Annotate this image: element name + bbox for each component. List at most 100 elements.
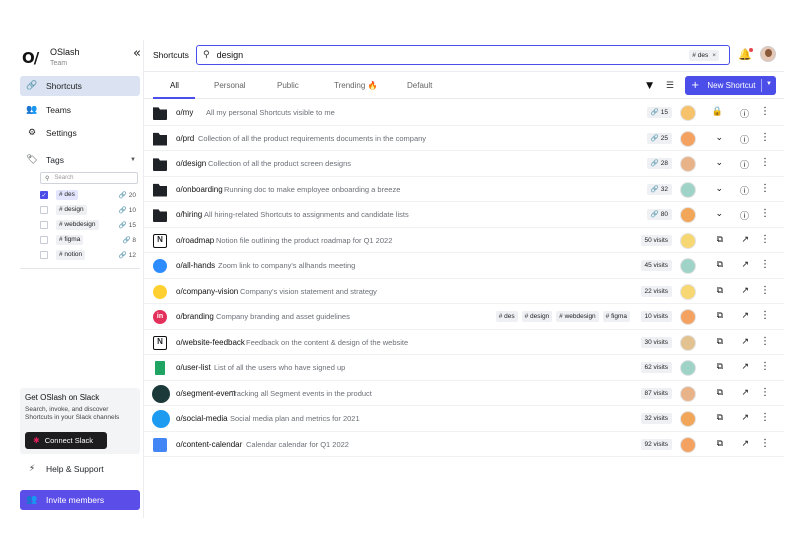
table-row[interactable]: o/onboarding Running doc to make employee… [144, 177, 784, 202]
tab-trending[interactable]: Trending 🔥 [334, 81, 377, 90]
tag-filter-des[interactable]: ✓ # des 🔗 20 [40, 189, 138, 201]
tag-filter-design[interactable]: # design 🔗 10 [40, 204, 138, 216]
search-tag-chip[interactable]: # des × [689, 50, 719, 61]
open-external-icon[interactable]: ↗ [741, 439, 749, 449]
tag-filter-figma[interactable]: # figma 🔗 8 [40, 234, 138, 246]
tags-section-header[interactable]: 🏷 Tags ▼ [20, 153, 140, 167]
shortcut-name[interactable]: o/user-list [176, 363, 211, 372]
copy-icon[interactable]: ⧉ [717, 413, 723, 423]
open-external-icon[interactable]: ↗ [741, 235, 749, 245]
open-external-icon[interactable]: ↗ [741, 413, 749, 423]
more-options-icon[interactable]: ⋮ [760, 106, 770, 117]
more-options-icon[interactable]: ⋮ [760, 336, 770, 347]
more-options-icon[interactable]: ⋮ [760, 285, 770, 296]
shortcut-name[interactable]: o/roadmap [176, 236, 214, 245]
filter-icon[interactable]: ▼ [646, 81, 653, 91]
more-options-icon[interactable]: ⋮ [760, 310, 770, 321]
invite-members-button[interactable]: 👥 Invite members [20, 490, 140, 510]
avatar[interactable] [680, 181, 696, 198]
avatar[interactable] [680, 283, 696, 300]
more-options-icon[interactable]: ⋮ [760, 157, 770, 168]
avatar[interactable] [680, 436, 696, 453]
tag-search-input[interactable]: ⚲ Search [40, 172, 138, 184]
info-icon[interactable]: ⓘ [740, 107, 749, 120]
sidebar-item-teams[interactable]: 👥 Teams [20, 100, 140, 120]
table-row[interactable]: o/company-vision Company's vision stateme… [144, 279, 784, 304]
shortcut-name[interactable]: o/design [176, 159, 206, 168]
open-external-icon[interactable]: ↗ [741, 362, 749, 372]
copy-icon[interactable]: ⧉ [717, 362, 723, 372]
copy-icon[interactable]: ⧉ [717, 260, 723, 270]
more-options-icon[interactable]: ⋮ [760, 361, 770, 372]
shortcut-name[interactable]: o/website-feedback [176, 338, 245, 347]
close-icon[interactable]: × [712, 52, 716, 59]
tag-filter-notion[interactable]: # notion 🔗 12 [40, 249, 138, 261]
table-row[interactable]: in o/branding Company branding and asset g… [144, 304, 784, 330]
checkbox[interactable] [40, 221, 48, 229]
tab-default[interactable]: Default [407, 81, 432, 90]
table-row[interactable]: o/all-hands Zoom link to company's allhan… [144, 253, 784, 279]
copy-icon[interactable]: ⧉ [717, 235, 723, 245]
tab-all[interactable]: All [170, 81, 179, 90]
table-row[interactable]: o/social-media Social media plan and metr… [144, 406, 784, 432]
tag-chip[interactable]: # des [495, 311, 518, 322]
shortcut-name[interactable]: o/social-media [176, 414, 228, 423]
table-row[interactable]: No/website-feedback Feedback on the conte… [144, 330, 784, 355]
checkbox[interactable] [40, 251, 48, 259]
avatar[interactable] [680, 309, 696, 325]
avatar[interactable] [680, 360, 696, 376]
shortcut-name[interactable]: o/hiring [176, 210, 202, 219]
info-icon[interactable]: ⓘ [740, 209, 749, 222]
chevron-down-icon[interactable]: ⌄ [715, 209, 723, 219]
more-options-icon[interactable]: ⋮ [760, 183, 770, 194]
avatar[interactable] [680, 258, 696, 274]
open-external-icon[interactable]: ↗ [741, 311, 749, 321]
more-options-icon[interactable]: ⋮ [760, 412, 770, 423]
chevron-down-icon[interactable]: ⌄ [715, 184, 723, 194]
copy-icon[interactable]: ⧉ [717, 311, 723, 321]
tab-public[interactable]: Public [277, 81, 299, 90]
avatar[interactable] [680, 334, 696, 351]
shortcut-name[interactable]: o/branding [176, 312, 214, 321]
info-icon[interactable]: ⓘ [740, 158, 749, 171]
open-external-icon[interactable]: ↗ [741, 337, 749, 347]
more-options-icon[interactable]: ⋮ [760, 438, 770, 449]
more-options-icon[interactable]: ⋮ [760, 387, 770, 398]
chevron-down-icon[interactable]: ⌄ [715, 133, 723, 143]
tag-chip[interactable]: # figma [602, 311, 630, 322]
avatar[interactable] [680, 232, 696, 249]
more-options-icon[interactable]: ⋮ [760, 259, 770, 270]
shortcut-name[interactable]: o/company-vision [176, 287, 238, 296]
checkbox[interactable]: ✓ [40, 191, 48, 199]
checkbox[interactable] [40, 236, 48, 244]
tag-chip[interactable]: # design [521, 311, 553, 322]
avatar[interactable] [680, 385, 696, 402]
shortcut-name[interactable]: o/prd [176, 134, 194, 143]
shortcut-name[interactable]: o/onboarding [176, 185, 223, 194]
avatar[interactable] [760, 46, 776, 62]
collapse-sidebar-icon[interactable]: « [133, 46, 141, 61]
chevron-down-icon[interactable]: ▼ [766, 81, 772, 87]
shortcut-name[interactable]: o/all-hands [176, 261, 215, 270]
table-row[interactable]: o/hiring All hiring-related Shortcuts to … [144, 202, 784, 228]
caret-down-icon[interactable]: ▼ [130, 157, 136, 163]
open-external-icon[interactable]: ↗ [741, 388, 749, 398]
tag-chip[interactable]: # webdesign [556, 311, 599, 322]
new-shortcut-button[interactable]: + New Shortcut ▼ [685, 76, 776, 95]
table-row[interactable]: o/content-calendar Calendar calendar for … [144, 432, 784, 457]
more-options-icon[interactable]: ⋮ [760, 234, 770, 245]
more-options-icon[interactable]: ⋮ [760, 208, 770, 219]
sidebar-item-shortcuts[interactable]: 🔗 Shortcuts [20, 76, 140, 96]
avatar[interactable] [680, 207, 696, 223]
info-icon[interactable]: ⓘ [740, 184, 749, 197]
avatar[interactable] [680, 411, 696, 427]
help-support-link[interactable]: ⚡ Help & Support [20, 461, 140, 477]
tab-personal[interactable]: Personal [214, 81, 246, 90]
avatar[interactable] [680, 130, 696, 147]
tag-filter-webdesign[interactable]: # webdesign 🔗 15 [40, 219, 138, 231]
lock-icon[interactable]: 🔒 [712, 107, 723, 117]
shortcut-name[interactable]: o/my [176, 108, 193, 117]
checkbox[interactable] [40, 206, 48, 214]
sort-icon[interactable]: ☰ [666, 81, 674, 91]
open-external-icon[interactable]: ↗ [741, 260, 749, 270]
